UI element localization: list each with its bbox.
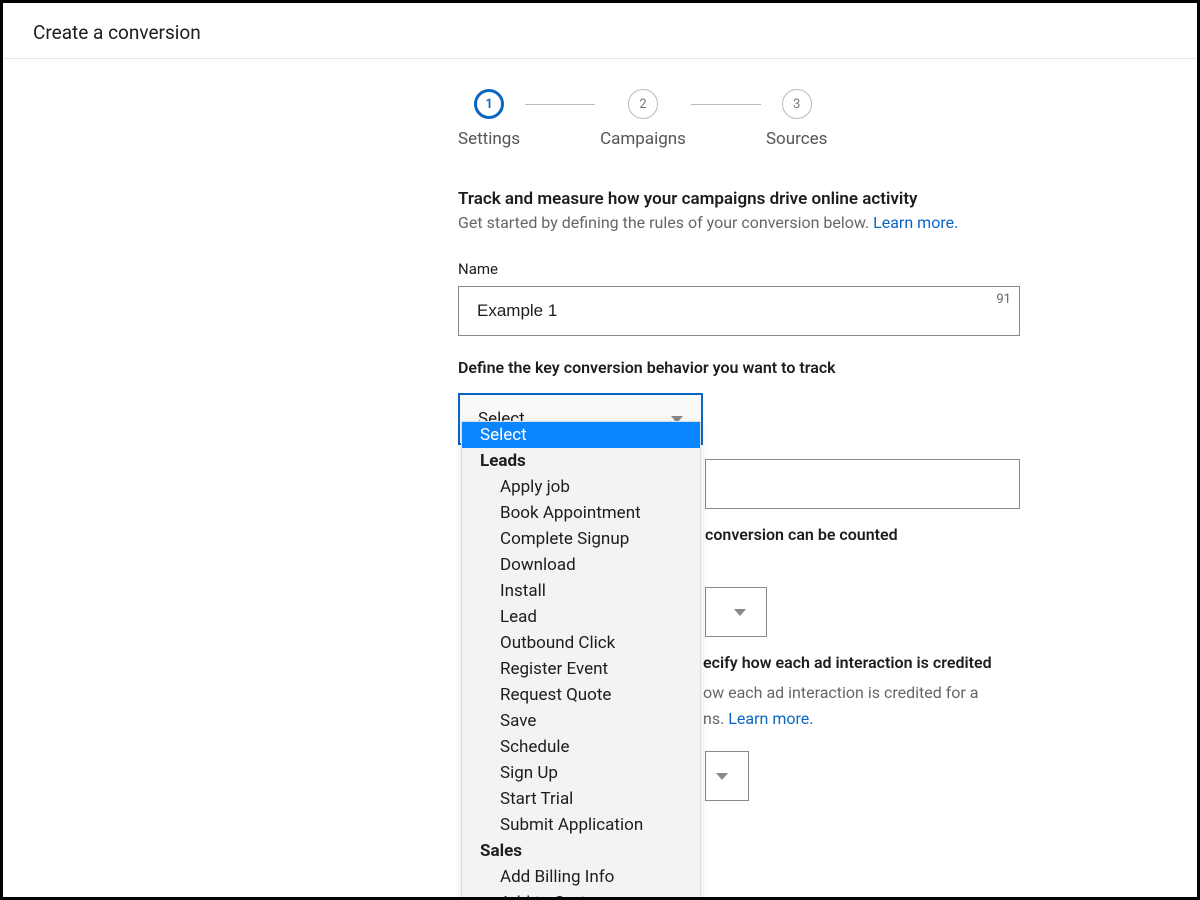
dropdown-item-register-event[interactable]: Register Event	[462, 656, 700, 682]
step-circle-2: 2	[628, 89, 658, 119]
dropdown-item-install[interactable]: Install	[462, 578, 700, 604]
section-heading: Track and measure how your campaigns dri…	[458, 189, 1027, 209]
learn-more-link-2[interactable]: Learn more.	[728, 709, 813, 728]
dropdown-item-apply-job[interactable]: Apply job	[462, 474, 700, 500]
dropdown-item-add-billing-info[interactable]: Add Billing Info	[462, 864, 700, 890]
dropdown-item-lead[interactable]: Lead	[462, 604, 700, 630]
step-circle-1: 1	[474, 89, 504, 119]
bg-text-4: ns. Learn more.	[703, 709, 813, 728]
bg-text-3: ow each ad interaction is credited for a	[703, 683, 979, 702]
bg-text-2: ecify how each ad interaction is credite…	[703, 653, 992, 672]
chevron-down-icon	[716, 773, 728, 780]
dropdown-item-download[interactable]: Download	[462, 552, 700, 578]
page-title-text: Create a conversion	[33, 21, 201, 44]
step-circle-3: 3	[782, 89, 812, 119]
step-label-campaigns: Campaigns	[600, 129, 686, 149]
step-connector	[691, 104, 761, 105]
name-label: Name	[458, 260, 1027, 278]
dropdown-item-add-to-cart[interactable]: Add to Cart	[462, 890, 700, 900]
bg-select-2[interactable]	[705, 751, 749, 801]
dropdown-item-book-appointment[interactable]: Book Appointment	[462, 500, 700, 526]
learn-more-link[interactable]: Learn more.	[873, 213, 958, 232]
dropdown-item-save[interactable]: Save	[462, 708, 700, 734]
page-title: Create a conversion	[3, 3, 1197, 59]
behavior-title: Define the key conversion behavior you w…	[458, 358, 1027, 377]
step-sources[interactable]: 3 Sources	[766, 89, 827, 149]
dropdown-scroll[interactable]: Select Leads Apply job Book Appointment …	[462, 422, 700, 900]
bg-input[interactable]	[705, 459, 1020, 509]
dropdown-group-sales: Sales	[462, 838, 700, 864]
step-connector	[525, 104, 595, 105]
dropdown-item-request-quote[interactable]: Request Quote	[462, 682, 700, 708]
step-label-settings: Settings	[458, 129, 520, 149]
dropdown-item-submit-application[interactable]: Submit Application	[462, 812, 700, 838]
dropdown-group-leads: Leads	[462, 448, 700, 474]
behavior-dropdown: Select Leads Apply job Book Appointment …	[461, 421, 701, 900]
name-input[interactable]	[458, 286, 1020, 336]
bg-text-1: conversion can be counted	[705, 525, 898, 544]
bg-select-1[interactable]	[705, 587, 767, 637]
step-campaigns[interactable]: 2 Campaigns	[600, 89, 686, 149]
step-label-sources: Sources	[766, 129, 827, 149]
section-sub: Get started by defining the rules of you…	[458, 213, 1027, 232]
dropdown-item-outbound-click[interactable]: Outbound Click	[462, 630, 700, 656]
dropdown-item-complete-signup[interactable]: Complete Signup	[462, 526, 700, 552]
step-settings[interactable]: 1 Settings	[458, 89, 520, 149]
dropdown-item-select[interactable]: Select	[462, 422, 700, 448]
stepper: 1 Settings 2 Campaigns 3 Sources	[458, 89, 1027, 149]
dropdown-item-schedule[interactable]: Schedule	[462, 734, 700, 760]
chevron-down-icon	[734, 609, 746, 616]
dropdown-item-start-trial[interactable]: Start Trial	[462, 786, 700, 812]
dropdown-item-sign-up[interactable]: Sign Up	[462, 760, 700, 786]
